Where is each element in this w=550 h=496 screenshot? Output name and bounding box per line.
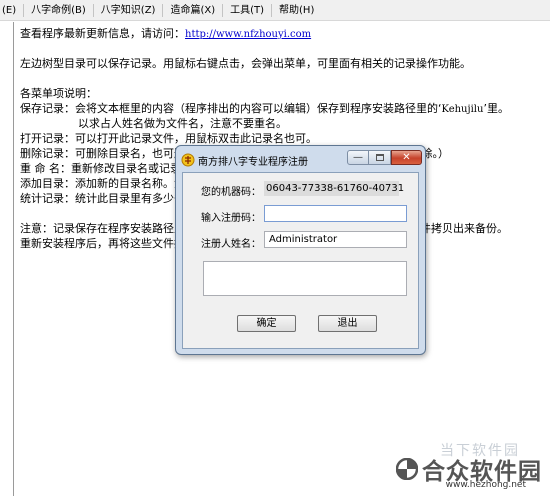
update-info-text: 查看程序最新更新信息，请访问：: [20, 27, 185, 40]
save-record-desc: 保存记录：会将文本框里的内容（程序排出的内容可以编辑）保存到程序安装路径里的‘: [20, 102, 442, 115]
text-line: 查看程序最新更新信息，请访问：http://www.nfzhouyi.com: [20, 26, 550, 41]
text-line: 左边树型目录可以保存记录。用鼠标右键点击，会弹出菜单，可里面有相关的记录操作功能…: [20, 57, 471, 70]
minimize-button[interactable]: —: [347, 150, 369, 165]
watermark: 当下软件园 合众软件园 www.hezhong.net: [394, 440, 544, 492]
reg-code-label: 输入注册码：: [201, 213, 261, 224]
text-line: 打开记录：可以打开此记录文件，用鼠标双击此记录名也可。: [20, 132, 317, 145]
menu-help[interactable]: 帮助(H): [272, 0, 321, 21]
dialog-titlebar[interactable]: 南方排八字专业程序注册 — ✕: [176, 146, 425, 172]
dialog-title: 南方排八字专业程序注册: [198, 157, 308, 168]
reg-code-input[interactable]: [264, 205, 407, 222]
dialog-body: 您的机器码： 06043-77338-61760-40731 输入注册码： 注册…: [182, 172, 419, 349]
ok-button[interactable]: 确定: [237, 315, 296, 332]
exit-button[interactable]: 退出: [318, 315, 377, 332]
info-memo[interactable]: [203, 261, 407, 296]
website-link[interactable]: http://www.nfzhouyi.com: [185, 29, 311, 40]
close-button[interactable]: ✕: [391, 150, 422, 165]
text-line: 各菜单项说明：: [20, 87, 97, 100]
menu-tools[interactable]: 工具(T): [223, 0, 271, 21]
user-name-input[interactable]: Administrator: [264, 231, 407, 248]
text-line: 以求占人姓名做为文件名，注意不要重名。: [78, 117, 287, 130]
minimize-icon: —: [353, 151, 363, 163]
maximize-icon: [375, 154, 384, 161]
save-record-desc-end: ’里。: [483, 102, 509, 115]
note-text: 注意：记录保存在程序安装路径里: [20, 222, 185, 235]
user-name-label: 注册人姓名：: [201, 239, 261, 250]
app-icon: [181, 153, 195, 167]
menu-bar: (E) 八字命例(B) 八字知识(Z) 造命篇(X) 工具(T) 帮助(H): [0, 0, 550, 21]
menu-edit[interactable]: (E): [0, 0, 23, 21]
menu-zaoming[interactable]: 造命篇(X): [163, 0, 222, 21]
text-line: 保存记录：会将文本框里的内容（程序排出的内容可以编辑）保存到程序安装路径里的‘K…: [20, 101, 550, 116]
menu-bazi-knowledge[interactable]: 八字知识(Z): [94, 0, 163, 21]
menu-bazi-examples[interactable]: 八字命例(B): [24, 0, 93, 21]
maximize-button[interactable]: [369, 150, 391, 165]
watermark-url: www.hezhong.net: [445, 480, 526, 490]
registration-dialog: 南方排八字专业程序注册 — ✕ 您的机器码： 06043-77338-61760…: [175, 145, 426, 355]
folder-name: Kehujilu: [441, 104, 484, 115]
close-icon: ✕: [402, 151, 411, 163]
machine-code-value: 06043-77338-61760-40731: [264, 181, 405, 196]
machine-code-label: 您的机器码：: [201, 187, 261, 198]
brand-logo-icon: [396, 458, 418, 480]
